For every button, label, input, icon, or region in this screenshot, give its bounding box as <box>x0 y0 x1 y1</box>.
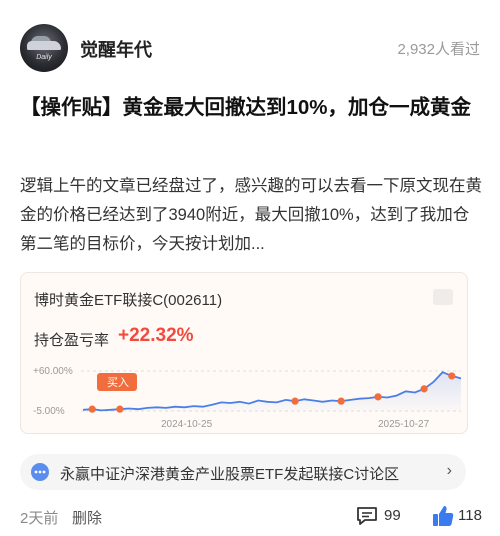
post-time: 2天前 <box>20 510 59 527</box>
x-label-start: 2024-10-25 <box>161 419 213 430</box>
buy-marker <box>116 405 124 413</box>
like-button[interactable]: 118 <box>432 505 500 529</box>
comment-count: 99 <box>384 507 401 524</box>
x-label-end: 2025-10-27 <box>378 419 430 430</box>
pnl-value: +22.32% <box>118 325 194 346</box>
view-count: 2,932人看过 <box>397 41 480 58</box>
buy-tag-label: 买入 <box>107 376 129 389</box>
author-name[interactable]: 觉醒年代 <box>80 36 152 62</box>
avatar-car-body <box>27 41 61 50</box>
chat-bubble-icon <box>31 463 49 481</box>
comment-button[interactable]: 99 <box>356 505 436 529</box>
buy-marker <box>337 397 345 405</box>
like-count: 118 <box>458 507 482 524</box>
avatar-text: Daily <box>36 54 52 61</box>
y-top-label: +60.00% <box>33 366 73 377</box>
fund-name: 博时黄金ETF联接C(002611) <box>34 292 223 309</box>
delete-button[interactable]: 删除 <box>72 507 102 528</box>
fund-card-icon <box>433 289 453 305</box>
post-footer: 2天前 删除 99 118 <box>20 505 482 529</box>
thumbs-up-icon <box>433 506 454 526</box>
buy-tag: 买入 <box>97 373 137 391</box>
post-title[interactable]: 【操作贴】黄金最大回撤达到10%，加仓一成黄金 <box>20 92 485 123</box>
y-bottom-label: -5.00% <box>33 406 65 417</box>
buy-marker <box>420 385 428 393</box>
fund-chart-svg: +60.00% -5.00% 买入 2024-10-25 2025-10-27 <box>33 366 462 430</box>
buy-marker <box>88 405 96 413</box>
discussion-link[interactable]: 永赢中证沪深港黄金产业股票ETF发起联接C讨论区 › <box>20 454 466 490</box>
post-body[interactable]: 逻辑上午的文章已经盘过了，感兴趣的可以去看一下原文现在黄金的价格已经达到了394… <box>20 172 485 259</box>
post-header: Daily 觉醒年代 2,932人看过 <box>20 24 480 74</box>
discussion-label: 永赢中证沪深港黄金产业股票ETF发起联接C讨论区 <box>60 466 400 483</box>
fund-card[interactable]: 博时黄金ETF联接C(002611) 持仓盈亏率 +22.32% +60.00%… <box>20 272 468 434</box>
avatar[interactable]: Daily <box>20 24 68 72</box>
buy-marker <box>448 372 456 380</box>
chevron-right-icon: › <box>446 462 452 479</box>
buy-marker <box>291 397 299 405</box>
comment-icon <box>357 507 377 525</box>
fund-chart: +60.00% -5.00% 买入 2024-10-25 2025-10-27 <box>21 361 467 433</box>
pnl-label: 持仓盈亏率 <box>34 332 110 349</box>
buy-marker <box>374 393 382 401</box>
